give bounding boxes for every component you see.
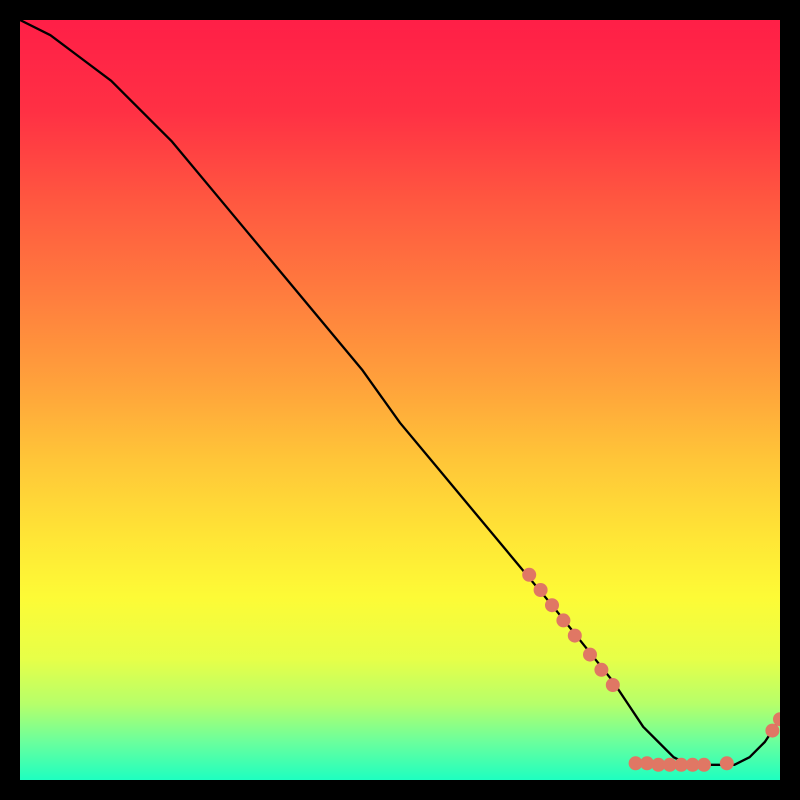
data-marker — [545, 598, 559, 612]
data-marker — [556, 613, 570, 627]
data-marker — [522, 568, 536, 582]
chart-background — [20, 20, 780, 780]
chart-frame: TheBottleneck.com — [20, 20, 780, 780]
data-marker — [594, 663, 608, 677]
data-marker — [534, 583, 548, 597]
data-marker — [606, 678, 620, 692]
data-marker — [720, 756, 734, 770]
data-marker — [697, 758, 711, 772]
data-marker — [568, 629, 582, 643]
chart-svg — [20, 20, 780, 780]
data-marker — [583, 648, 597, 662]
data-marker — [765, 724, 779, 738]
